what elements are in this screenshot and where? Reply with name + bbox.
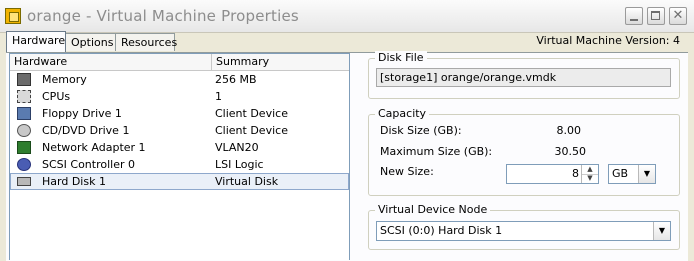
virtual-device-node-select[interactable]: SCSI (0:0) Hard Disk 1 ▼ — [376, 221, 671, 241]
close-button[interactable]: ✕ — [669, 7, 687, 25]
hard-disk-icon — [17, 177, 31, 186]
memory-icon — [17, 73, 31, 86]
hardware-list[interactable]: Hardware Summary Memory 256 MB CPUs 1 Fl… — [9, 53, 350, 260]
cpu-icon — [17, 90, 31, 103]
column-header-summary[interactable]: Summary — [212, 54, 349, 70]
size-unit-value: GB — [612, 167, 629, 180]
chevron-down-icon[interactable]: ▼ — [638, 165, 655, 183]
disk-file-field: [storage1] orange/orange.vmdk — [376, 68, 671, 87]
virtual-device-node-group: Virtual Device Node SCSI (0:0) Hard Disk… — [368, 203, 680, 250]
new-size-value[interactable]: 8 — [572, 167, 579, 180]
table-row[interactable]: Network Adapter 1 VLAN20 — [10, 139, 349, 156]
tab-options[interactable]: Options — [65, 33, 116, 51]
new-size-label: New Size: — [380, 165, 434, 178]
capacity-group: Capacity Disk Size (GB): 8.00 Maximum Si… — [368, 107, 680, 196]
max-size-label: Maximum Size (GB): — [380, 145, 493, 158]
vm-version-label: Virtual Machine Version: 4 — [536, 34, 680, 47]
maximize-icon — [651, 11, 660, 20]
capacity-legend: Capacity — [375, 107, 430, 120]
max-size-value: 30.50 — [554, 145, 587, 158]
column-header-hardware[interactable]: Hardware — [10, 54, 212, 70]
hardware-name: Memory — [42, 73, 87, 86]
disk-size-value: 8.00 — [556, 124, 582, 137]
hardware-summary: Client Device — [215, 124, 288, 137]
virtual-device-node-legend: Virtual Device Node — [375, 203, 491, 216]
network-adapter-icon — [17, 141, 31, 154]
hardware-summary: LSI Logic — [215, 158, 264, 171]
minimize-button[interactable] — [625, 7, 643, 25]
disk-file-group: Disk File [storage1] orange/orange.vmdk — [368, 51, 680, 99]
virtual-device-node-value: SCSI (0:0) Hard Disk 1 — [380, 224, 503, 237]
hardware-name: Hard Disk 1 — [42, 175, 106, 188]
tab-hardware[interactable]: Hardware — [6, 31, 66, 52]
window-title: orange - Virtual Machine Properties — [27, 7, 299, 25]
hardware-name: SCSI Controller 0 — [42, 158, 135, 171]
hardware-summary: Virtual Disk — [215, 175, 279, 188]
scsi-controller-icon — [17, 158, 31, 171]
virtual-machine-icon — [5, 8, 21, 24]
new-size-stepper[interactable]: 8 ▲ ▼ — [506, 164, 599, 184]
chevron-down-icon[interactable]: ▼ — [653, 222, 670, 240]
size-unit-select[interactable]: GB ▼ — [608, 164, 656, 184]
table-row[interactable]: CD/DVD Drive 1 Client Device — [10, 122, 349, 139]
decrement-button[interactable]: ▼ — [582, 174, 598, 183]
hardware-summary: 1 — [215, 90, 222, 103]
table-row[interactable]: CPUs 1 — [10, 88, 349, 105]
hardware-name: Floppy Drive 1 — [42, 107, 122, 120]
cd-dvd-icon — [17, 124, 31, 137]
list-header: Hardware Summary — [10, 54, 349, 71]
maximize-button[interactable] — [647, 7, 665, 25]
minimize-icon — [630, 19, 638, 21]
title-bar: orange - Virtual Machine Properties ✕ — [0, 0, 694, 33]
table-row-selected[interactable]: Hard Disk 1 Virtual Disk — [10, 173, 349, 190]
stepper-buttons: ▲ ▼ — [581, 165, 598, 183]
hardware-summary: VLAN20 — [215, 141, 259, 154]
table-row[interactable]: Memory 256 MB — [10, 71, 349, 88]
hardware-summary: 256 MB — [215, 73, 257, 86]
hardware-name: CPUs — [42, 90, 71, 103]
table-row[interactable]: SCSI Controller 0 LSI Logic — [10, 156, 349, 173]
disk-file-legend: Disk File — [375, 51, 427, 64]
hardware-name: Network Adapter 1 — [42, 141, 146, 154]
table-row[interactable]: Floppy Drive 1 Client Device — [10, 105, 349, 122]
hardware-summary: Client Device — [215, 107, 288, 120]
close-icon: ✕ — [672, 8, 684, 23]
tab-resources[interactable]: Resources — [115, 33, 177, 51]
hardware-name: CD/DVD Drive 1 — [42, 124, 130, 137]
disk-size-label: Disk Size (GB): — [380, 124, 462, 137]
floppy-icon — [17, 107, 31, 120]
